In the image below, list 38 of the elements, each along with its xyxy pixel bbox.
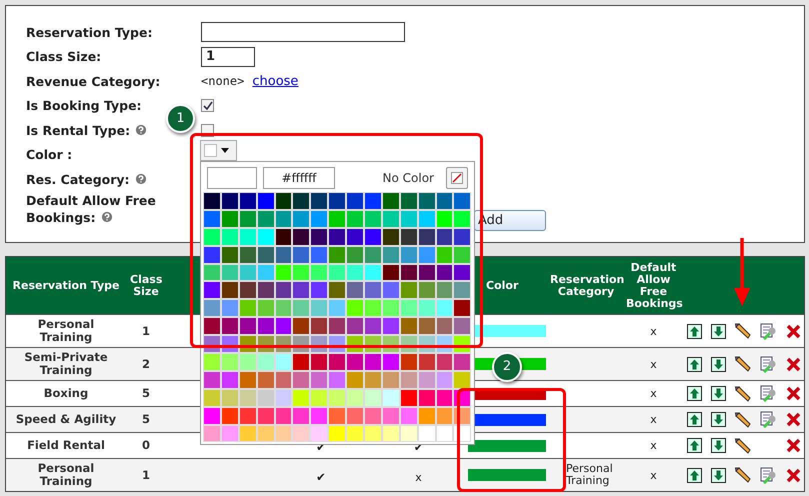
table-cell-text: x bbox=[649, 358, 658, 370]
field-label: Revenue Category: bbox=[26, 72, 162, 90]
table-cell-text: 1 bbox=[140, 468, 151, 482]
hex-field[interactable]: #ffffff bbox=[263, 166, 335, 188]
table-cell-text: 2 bbox=[140, 358, 151, 370]
table-cell-text: Personal Training bbox=[36, 316, 96, 346]
no-color-label: No Color bbox=[382, 170, 434, 186]
field-label: Reservation Type: bbox=[26, 24, 154, 41]
field-label: Res. Category: bbox=[26, 170, 201, 188]
table-cell-text: x bbox=[414, 470, 423, 484]
table-cell-text: Speed & Agility bbox=[14, 411, 118, 428]
column-header: Reservation Type bbox=[12, 280, 120, 292]
column-header: Default Allow Free Bookings bbox=[626, 262, 681, 310]
class-size-field[interactable]: 1 bbox=[201, 46, 255, 67]
table-cell-text: 0 bbox=[140, 439, 151, 452]
table-cell-text: x bbox=[649, 468, 658, 482]
table-cell-text: x bbox=[649, 413, 658, 426]
revenue-category-value: <none> bbox=[201, 72, 244, 90]
column-header: Color bbox=[485, 280, 520, 292]
table-cell-text: Field Rental bbox=[26, 437, 106, 454]
field-label: Class Size: bbox=[26, 48, 102, 66]
table-cell-text: Personal Training bbox=[565, 463, 614, 487]
table-cell-text: x bbox=[649, 439, 658, 452]
table-cell-text: Personal Training bbox=[36, 460, 96, 490]
field-label: Default Allow Free Bookings: bbox=[26, 192, 157, 226]
table-cell-text: x bbox=[649, 387, 658, 400]
table-cell-text: 1 bbox=[140, 324, 151, 338]
table-cell-text: x bbox=[649, 324, 658, 338]
choose-link[interactable]: choose bbox=[252, 72, 298, 91]
table-cell-text: Semi-Private Training bbox=[23, 349, 109, 379]
table-cell-text: 5 bbox=[140, 387, 151, 400]
table-cell-text: Boxing bbox=[42, 385, 90, 402]
field-label: Is Booking Type: bbox=[26, 97, 143, 114]
column-header: Class Size bbox=[129, 274, 164, 298]
table-cell-text: ✔ bbox=[315, 468, 327, 484]
field-label: Color : bbox=[26, 146, 74, 164]
column-header: Reservation Category bbox=[549, 274, 626, 298]
table-cell-text: 5 bbox=[140, 413, 151, 426]
